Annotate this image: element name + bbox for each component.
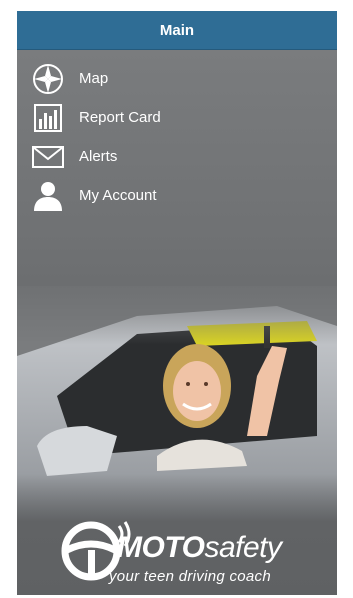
background-car-photo: [17, 286, 337, 521]
menu-item-my-account[interactable]: My Account: [17, 176, 337, 215]
envelope-icon: [31, 140, 65, 174]
menu-item-label: My Account: [79, 187, 157, 204]
page-title: Main: [17, 11, 337, 50]
bar-chart-icon: [31, 101, 65, 135]
menu-item-label: Report Card: [79, 109, 161, 126]
brand-name-bold: MOTO: [117, 531, 205, 564]
menu-item-report-card[interactable]: Report Card: [17, 98, 337, 137]
brand-name-light: safety: [204, 531, 282, 564]
menu-item-map[interactable]: Map: [17, 59, 337, 98]
side-menu-panel: Main Map Report Card Alerts My Account M…: [17, 11, 337, 595]
user-icon: [31, 179, 65, 213]
motosafety-logo: MOTOsafety your teen driving coach: [61, 506, 331, 591]
menu-item-label: Alerts: [79, 148, 118, 165]
header-title: Main: [159, 21, 195, 39]
brand-tagline: your teen driving coach: [109, 568, 271, 585]
compass-icon: [31, 62, 65, 96]
brand-name: MOTOsafety: [117, 531, 282, 565]
main-menu: Map Report Card Alerts My Account: [17, 59, 337, 215]
menu-item-alerts[interactable]: Alerts: [17, 137, 337, 176]
menu-item-label: Map: [79, 70, 109, 87]
